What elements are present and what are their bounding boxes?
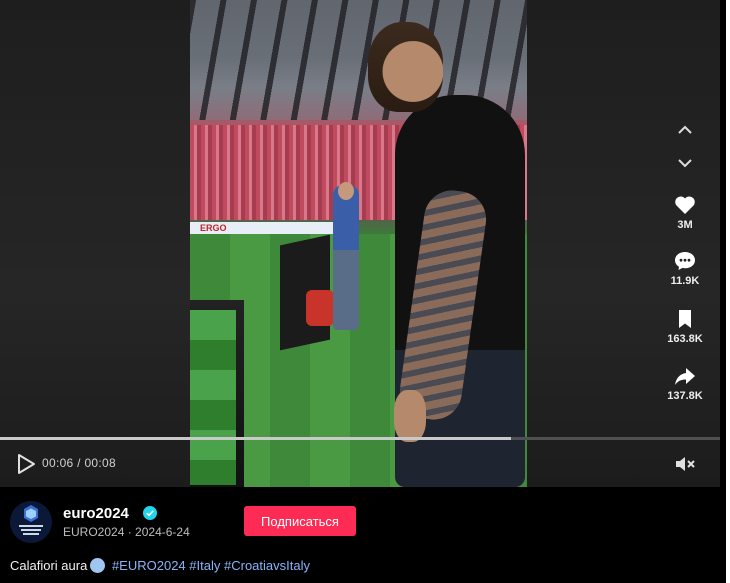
progress-bar[interactable] [0,437,720,440]
share-count: 137.8K [667,390,703,402]
like-button[interactable]: 3M [664,193,706,231]
progress-bar-fill [0,437,512,440]
hashtag-link[interactable]: #Italy [189,558,220,573]
nations-league-logo-icon [10,501,52,543]
post-info: euro2024 EURO2024 · 2024-6-24 Подписатьс… [0,487,726,583]
subline-separator: · [124,525,136,539]
page-edge [726,0,730,583]
verified-badge-icon [143,506,157,520]
cold-face-emoji-icon [90,558,106,573]
time-separator: / [73,456,85,470]
red-bag [306,290,334,326]
comment-button[interactable]: 11.9K [664,249,706,287]
username[interactable]: euro2024 [63,505,129,522]
comment-count: 11.9K [670,275,700,287]
display-name: EURO2024 [63,525,125,539]
player-head [368,22,443,112]
caption-text: Calafiori aura [10,558,88,573]
like-count: 3M [677,219,693,231]
video-post-frame: ERGO 3M 11.9K 163.8K 137.8K 00:06 / 00:0… [0,0,726,583]
post-date: 2024-6-24 [135,525,190,539]
ad-board: ERGO [190,222,340,234]
share-arrow-icon [675,368,695,385]
chevron-up-icon[interactable] [672,117,698,143]
background-person [333,185,359,330]
muted-speaker-icon[interactable] [674,454,696,474]
hashtag-link[interactable]: #CroatiavsItaly [224,558,310,573]
background-person-head [338,182,354,200]
player-hand [394,390,426,442]
share-button[interactable]: 137.8K [664,364,706,402]
author-subline: EURO2024 · 2024-6-24 [63,525,190,539]
follow-button[interactable]: Подписаться [244,506,356,536]
playback-time: 00:06 / 00:08 [42,456,116,470]
video-frame[interactable]: ERGO [190,0,527,487]
elapsed-time: 00:06 [42,456,74,470]
ad-board-text: ERGO [200,223,227,233]
hashtag-link[interactable]: #EURO2024 [112,558,186,573]
bookmark-icon [679,310,691,328]
save-count: 163.8K [667,333,703,345]
save-button[interactable]: 163.8K [664,307,706,345]
comment-icon [675,252,695,270]
total-duration: 00:08 [84,456,116,470]
avatar[interactable] [10,501,52,543]
caption: Calafiori aura #EURO2024 #Italy #Croatia… [10,558,310,573]
play-icon[interactable] [16,453,36,475]
video-player[interactable]: ERGO 3M 11.9K 163.8K 137.8K 00:06 / 00:0… [0,0,720,487]
heart-icon [675,196,695,214]
sideline-screen [190,300,244,487]
chevron-down-icon[interactable] [672,150,698,176]
